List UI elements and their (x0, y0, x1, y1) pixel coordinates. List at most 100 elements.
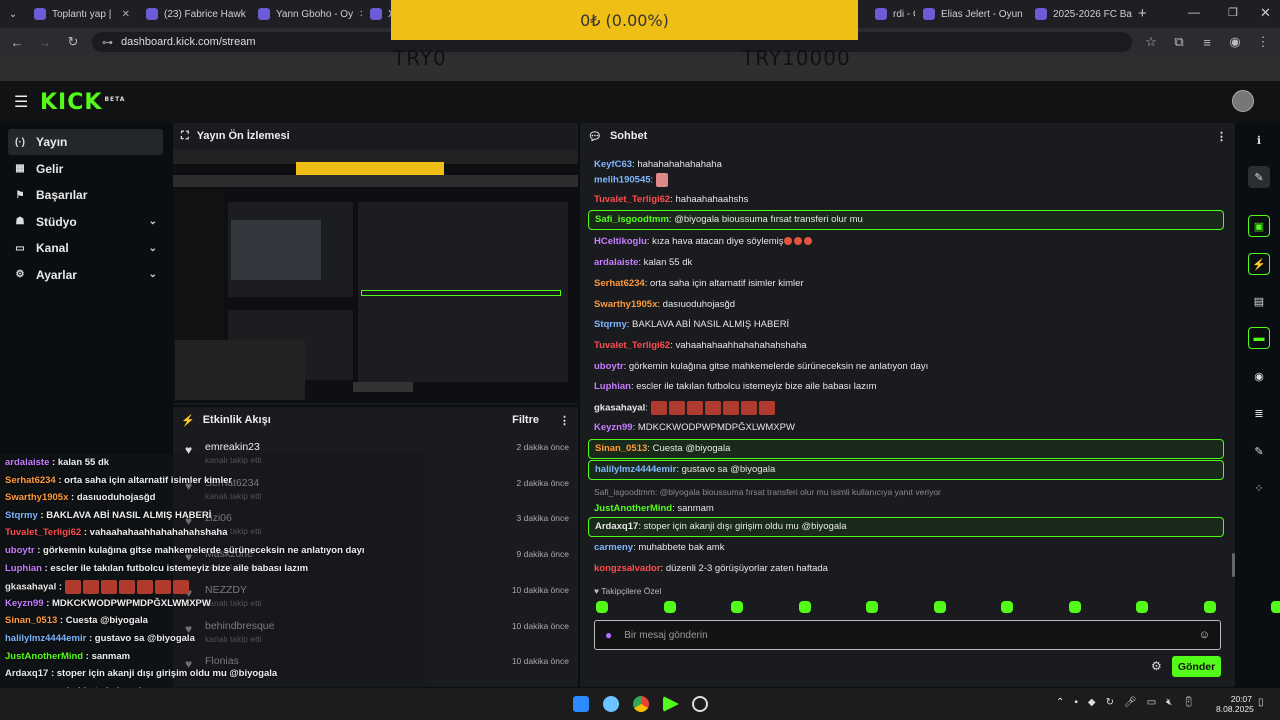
chat-message[interactable]: Safi_isgoodtmm: @biyogala bioussuma fırs… (588, 210, 1224, 230)
chat-message[interactable]: kongzsalvador: düzenli 2-3 görüşüyorlar … (594, 563, 1230, 575)
emote-shortcut-icon[interactable] (1068, 601, 1081, 613)
info-icon[interactable]: ℹ (1248, 129, 1270, 151)
chat-username[interactable]: JustAnotherMind (594, 503, 672, 514)
chat-username[interactable]: Luphian (594, 381, 631, 392)
document-icon[interactable]: ▤ (1248, 290, 1270, 312)
emote-shortcut-icon[interactable] (1001, 601, 1013, 613)
user-avatar[interactable] (1232, 90, 1254, 112)
extensions-icon[interactable]: ⧉ (1170, 34, 1188, 50)
start-menu-icon[interactable] (573, 696, 589, 712)
chat-message[interactable]: Sinan_0513: Cuesta @biyogala (588, 439, 1224, 459)
emote-shortcut-icon[interactable] (1271, 601, 1280, 613)
chat-message[interactable]: Swarthy1905x: dasıuoduhojasğd (594, 299, 1230, 311)
chat-message[interactable]: Keyzn99: MDKCKWODPWPMDPĞXLWMXPW (594, 422, 1230, 434)
chat-message[interactable]: HCeltikoglu: kıza hava atacan diye söyle… (594, 236, 1230, 248)
browser-tab[interactable]: Toplantı yap | ✕ (26, 0, 138, 28)
stream-preview-video[interactable] (173, 150, 578, 403)
chat-username[interactable]: melih190545 (594, 175, 651, 186)
chat-username[interactable]: ardalaiste (594, 257, 638, 268)
chat-message[interactable]: Serhat6234: orta saha için altarnatif is… (594, 278, 1230, 290)
site-info-icon[interactable]: ⊶ (102, 36, 113, 49)
chat-username[interactable]: halilylmz4444emir (595, 464, 676, 475)
chat-message[interactable]: Tuvalet_Terligi62: hahaahahaahshs (594, 194, 1230, 206)
chat-toggle-icon[interactable]: ▬ (1248, 327, 1270, 349)
close-window-button[interactable]: ✕ (1260, 5, 1271, 21)
emote-shortcut-icon[interactable] (933, 601, 946, 613)
emote-shortcut-icon[interactable] (596, 601, 608, 613)
chat-message[interactable]: JustAnotherMind: sanmam (594, 503, 1230, 515)
chat-username[interactable]: kongzsalvador (594, 563, 661, 574)
chat-message[interactable]: Tuvalet_Terligi62: vahaahahaahhahahahahs… (594, 340, 1230, 352)
back-arrow-icon[interactable]: ← (8, 35, 26, 50)
chat-message[interactable]: melih190545: (594, 173, 1230, 187)
obs-taskbar-icon[interactable] (692, 696, 708, 712)
chat-more-icon[interactable]: ⋮ (1216, 130, 1227, 143)
stack-icon[interactable]: ≣ (1248, 402, 1270, 424)
profile-avatar[interactable]: ◉ (1226, 34, 1244, 50)
notification-icon[interactable]: ▯ (1258, 697, 1264, 708)
emote-shortcut-icon[interactable] (1203, 601, 1216, 613)
chat-username[interactable]: Safi_isgoodtmm (595, 214, 669, 225)
preview-toggle-icon[interactable]: ▣ (1248, 215, 1270, 237)
chat-username[interactable]: Ardaxq17 (595, 521, 638, 532)
broadcast-icon[interactable]: ◉ (1248, 365, 1270, 387)
chat-username[interactable]: Serhat6234 (594, 278, 645, 289)
emote-shortcut-icon[interactable] (731, 601, 743, 613)
wrench-icon[interactable]: ✎ (1248, 440, 1270, 462)
chat-message[interactable]: ardalaiste: kalan 55 dk (594, 257, 1230, 269)
microphone-icon[interactable]: ● (605, 628, 612, 642)
sidebar-item-channel[interactable]: ▭ Kanal ⌄ (8, 235, 163, 261)
chat-username[interactable]: Tuvalet_Terligi62 (594, 194, 670, 205)
tab-close-icon[interactable]: ✕ (122, 9, 130, 20)
chevron-down-icon[interactable]: ⌄ (149, 269, 157, 280)
chat-username[interactable]: Stqrmy (594, 319, 627, 330)
browser-tab[interactable]: (23) Fabrice Hawk✕ (138, 0, 250, 28)
browser-tab[interactable]: rdi - Oy✕ (867, 0, 915, 28)
chat-username[interactable]: Tuvalet_Terligi62 (594, 340, 670, 351)
media-control-icon[interactable]: ≡ (1198, 35, 1216, 50)
chevron-down-icon[interactable]: ⌄ (149, 216, 157, 227)
tab-list-icon[interactable]: ⌄ (0, 9, 26, 20)
browser-tab[interactable]: 2025-2026 FC Ba✕ (1027, 0, 1139, 28)
apps-icon[interactable]: ⁘ (1248, 477, 1270, 499)
chat-message[interactable]: uboytr: görkemin kulağına gitse mahkemel… (594, 361, 1230, 373)
emote-shortcut-icon[interactable] (1136, 601, 1148, 613)
chat-username[interactable]: Sinan_0513 (595, 443, 647, 454)
chrome-taskbar-icon[interactable] (633, 696, 649, 712)
restore-button[interactable]: ❐ (1228, 6, 1238, 19)
browser-tab[interactable]: Yann Gboho - Oy✕ (250, 0, 362, 28)
reload-icon[interactable]: ↻ (64, 34, 82, 50)
sidebar-item-gear[interactable]: ⚙ Ayarlar ⌄ (8, 262, 163, 288)
chat-scrollbar[interactable] (1232, 553, 1235, 577)
chat-message[interactable]: KeyfC63: hahahahahahahaha (594, 159, 1230, 171)
chevron-down-icon[interactable]: ⌄ (149, 243, 157, 254)
chat-username[interactable]: KeyfC63 (594, 159, 632, 170)
sidebar-item-trophy[interactable]: ⚑ Başarılar (8, 182, 163, 208)
chat-message[interactable]: gkasahayal: (594, 401, 1230, 415)
filter-button[interactable]: Filtre (512, 414, 539, 426)
new-tab-button[interactable]: + (1138, 5, 1147, 22)
kick-logo[interactable]: KICK BETA (40, 90, 125, 115)
edit-pencil-icon[interactable]: ✎ (1248, 166, 1270, 188)
forward-arrow-icon[interactable]: → (36, 35, 54, 50)
emote-shortcut-icon[interactable] (866, 601, 878, 613)
activity-more-icon[interactable]: ⋮ (559, 414, 570, 427)
bookmark-star-icon[interactable]: ☆ (1142, 34, 1160, 50)
send-button[interactable]: Gönder (1172, 656, 1221, 677)
chat-username[interactable]: gkasahayal (594, 403, 645, 414)
emote-shortcut-icon[interactable] (798, 601, 811, 613)
chat-message[interactable]: carmeny: muhabbete bak amk (594, 542, 1230, 554)
browser-menu-icon[interactable]: ⋮ (1254, 34, 1272, 50)
chat-username[interactable]: HCeltikoglu (594, 236, 647, 247)
chat-message[interactable]: Stqrmy: BAKLAVA ABİ NASIL ALMIŞ HABERİ (594, 319, 1230, 331)
chat-username[interactable]: carmeny (594, 542, 633, 553)
chat-input[interactable]: ● Bir mesaj gönderin ☺ (594, 620, 1221, 650)
minimize-button[interactable]: — (1188, 5, 1200, 19)
sidebar-item-stream[interactable]: (·) Yayın (8, 129, 163, 155)
hamburger-menu-icon[interactable]: ☰ (14, 92, 28, 112)
chat-username[interactable]: Swarthy1905x (594, 299, 657, 310)
taskbar-app-icon[interactable] (603, 696, 619, 712)
browser-tab[interactable]: Elias Jelert - Oyun✕ (915, 0, 1027, 28)
sidebar-item-studio[interactable]: ☗ Stüdyo ⌄ (8, 209, 163, 235)
chat-message[interactable]: Luphian: escler ile takılan futbolcu ist… (594, 381, 1230, 393)
